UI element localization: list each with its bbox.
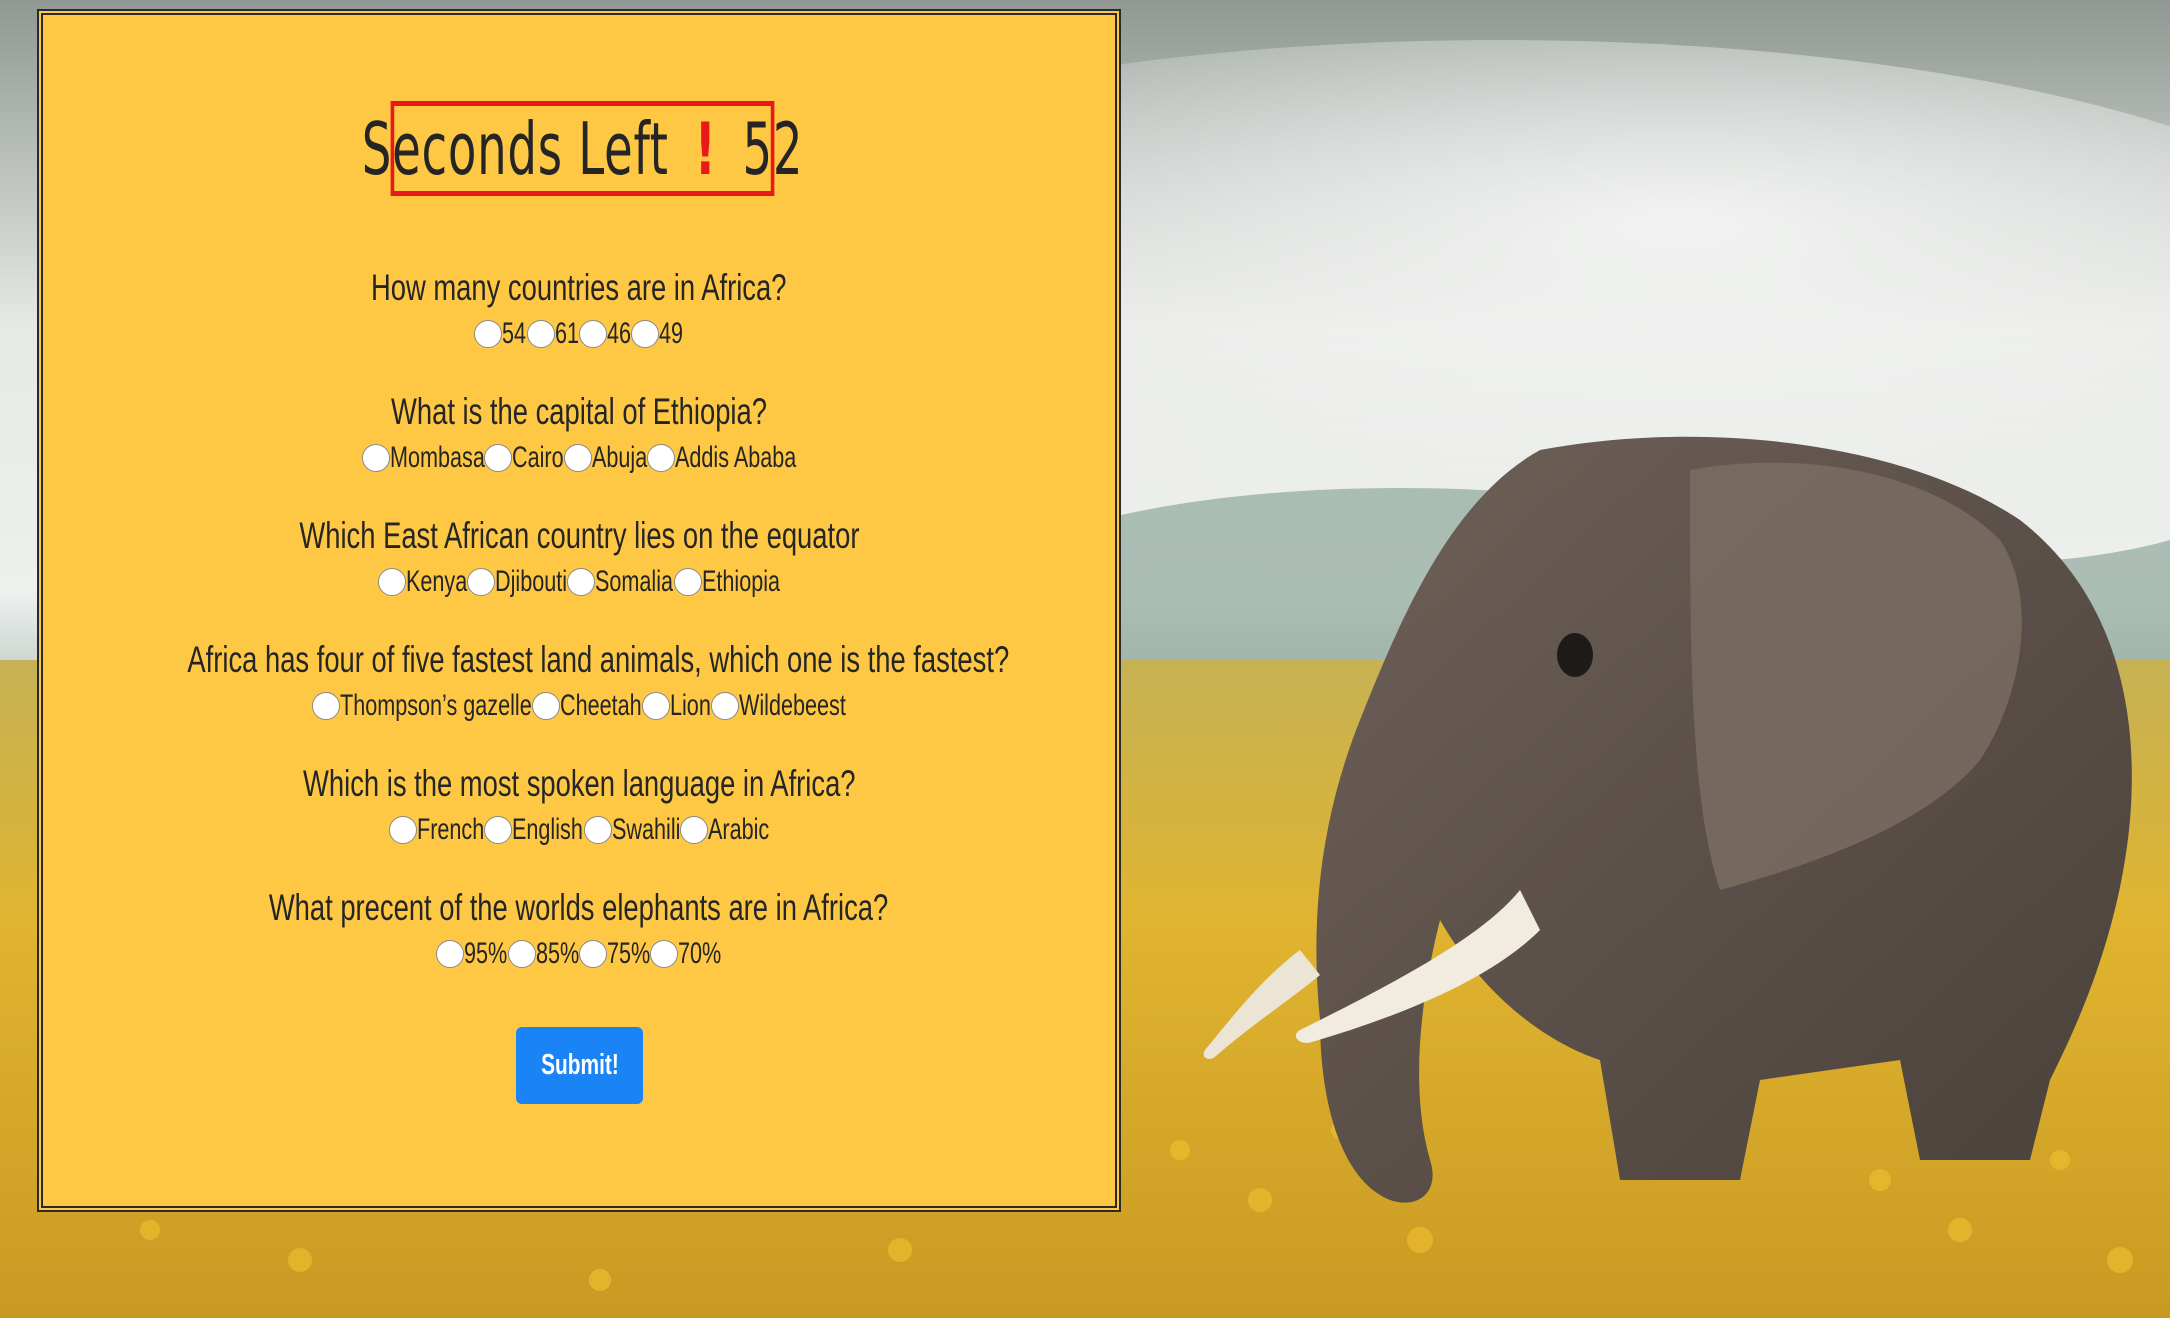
submit-label: Submit!: [540, 1049, 619, 1081]
radio-button[interactable]: [646, 444, 675, 472]
answer-option[interactable]: Lion: [642, 689, 711, 723]
radio-button[interactable]: [680, 816, 709, 844]
question-text: Africa has four of five fastest land ani…: [187, 639, 1010, 680]
option-label: Addis Ababa: [674, 441, 796, 474]
option-label: 85%: [535, 937, 579, 970]
option-label: Mombasa: [389, 441, 485, 474]
option-label: Wildebeest: [738, 689, 846, 722]
option-label: 54: [502, 317, 527, 350]
question-text: What precent of the worlds elephants are…: [269, 887, 889, 928]
radio-button[interactable]: [710, 692, 739, 720]
question-2: What is the capital of Ethiopia? Mombasa…: [43, 389, 1115, 513]
radio-button[interactable]: [474, 320, 503, 348]
radio-button[interactable]: [650, 940, 679, 968]
answer-options: 95% 85% 75% 70%: [43, 931, 1115, 977]
answer-option[interactable]: Ethiopia: [673, 565, 781, 599]
timer-seconds: 52: [742, 106, 804, 191]
radio-button[interactable]: [673, 568, 702, 596]
answer-option[interactable]: Mombasa: [361, 441, 485, 475]
radio-button[interactable]: [563, 444, 592, 472]
answer-option[interactable]: Addis Ababa: [646, 441, 797, 475]
option-label: 49: [659, 317, 684, 350]
question-text: What is the capital of Ethiopia?: [391, 391, 767, 432]
answer-options: Thompson’s gazelle Cheetah Lion Wildebee…: [43, 683, 1115, 729]
radio-button[interactable]: [467, 568, 496, 596]
countdown-timer: Seconds Left ! 52: [362, 101, 803, 196]
option-label: Kenya: [405, 565, 468, 598]
option-label: Lion: [670, 689, 711, 722]
radio-button[interactable]: [484, 444, 513, 472]
answer-option[interactable]: Thompson’s gazelle: [312, 689, 532, 723]
option-label: 95%: [464, 937, 508, 970]
answer-option[interactable]: French: [388, 813, 485, 847]
answer-options: Mombasa Cairo Abuja Addis Ababa: [43, 435, 1115, 481]
option-label: 75%: [607, 937, 651, 970]
option-label: English: [512, 813, 584, 846]
answer-option[interactable]: 95%: [436, 937, 508, 971]
answer-option[interactable]: 54: [474, 317, 526, 351]
question-list: How many countries are in Africa? 54 61 …: [43, 265, 1115, 1009]
answer-option[interactable]: Somalia: [567, 565, 673, 599]
option-label: 70%: [678, 937, 722, 970]
option-label: Swahili: [611, 813, 680, 846]
option-label: Cairo: [512, 441, 564, 474]
question-5: Which is the most spoken language in Afr…: [43, 761, 1115, 885]
option-label: Abuja: [591, 441, 647, 474]
question-text: Which is the most spoken language in Afr…: [302, 763, 856, 804]
answer-option[interactable]: 46: [579, 317, 631, 351]
question-text: Which East African country lies on the e…: [298, 515, 860, 556]
answer-options: 54 61 46 49: [43, 311, 1115, 357]
question-3: Which East African country lies on the e…: [43, 513, 1115, 637]
radio-button[interactable]: [579, 940, 607, 968]
timer-label: Seconds Left: [361, 106, 669, 191]
radio-button[interactable]: [312, 692, 341, 720]
radio-button[interactable]: [436, 940, 465, 968]
answer-option[interactable]: Abuja: [563, 441, 647, 475]
answer-option[interactable]: Arabic: [680, 813, 769, 847]
radio-button[interactable]: [642, 692, 671, 720]
quiz-panel: Seconds Left ! 52 How many countries are…: [39, 11, 1119, 1210]
answer-option[interactable]: English: [484, 813, 583, 847]
option-label: Somalia: [595, 565, 674, 598]
question-6: What precent of the worlds elephants are…: [43, 885, 1115, 1009]
radio-button[interactable]: [377, 568, 406, 596]
option-label: Djibouti: [495, 565, 568, 598]
option-label: Cheetah: [560, 689, 642, 722]
radio-button[interactable]: [532, 692, 561, 720]
radio-button[interactable]: [526, 320, 555, 348]
answer-options: Kenya Djibouti Somalia Ethiopia: [43, 559, 1115, 605]
answer-option[interactable]: Cairo: [484, 441, 564, 475]
exclamation-icon: !: [694, 106, 717, 191]
answer-option[interactable]: Wildebeest: [710, 689, 846, 723]
radio-button[interactable]: [388, 816, 417, 844]
answer-options: French English Swahili Arabic: [43, 807, 1115, 853]
radio-button[interactable]: [583, 816, 612, 844]
option-label: 61: [554, 317, 579, 350]
option-label: Ethiopia: [701, 565, 780, 598]
answer-option[interactable]: Kenya: [377, 565, 468, 599]
answer-option[interactable]: 75%: [579, 937, 650, 971]
option-label: French: [416, 813, 484, 846]
answer-option[interactable]: 49: [631, 317, 683, 351]
question-text: How many countries are in Africa?: [371, 267, 787, 308]
radio-button[interactable]: [361, 444, 390, 472]
radio-button[interactable]: [631, 320, 660, 348]
answer-option[interactable]: 85%: [507, 937, 579, 971]
answer-option[interactable]: 70%: [650, 937, 722, 971]
submit-button[interactable]: Submit!: [516, 1027, 643, 1104]
radio-button[interactable]: [484, 816, 513, 844]
radio-button[interactable]: [567, 568, 596, 596]
option-label: Arabic: [708, 813, 770, 846]
question-4: Africa has four of five fastest land ani…: [43, 637, 1115, 761]
answer-option[interactable]: Djibouti: [467, 565, 567, 599]
radio-button[interactable]: [579, 320, 607, 348]
option-label: Thompson’s gazelle: [340, 689, 532, 722]
question-1: How many countries are in Africa? 54 61 …: [43, 265, 1115, 389]
answer-option[interactable]: Cheetah: [532, 689, 642, 723]
option-label: 46: [607, 317, 632, 350]
answer-option[interactable]: 61: [526, 317, 579, 351]
answer-option[interactable]: Swahili: [583, 813, 680, 847]
radio-button[interactable]: [507, 940, 536, 968]
